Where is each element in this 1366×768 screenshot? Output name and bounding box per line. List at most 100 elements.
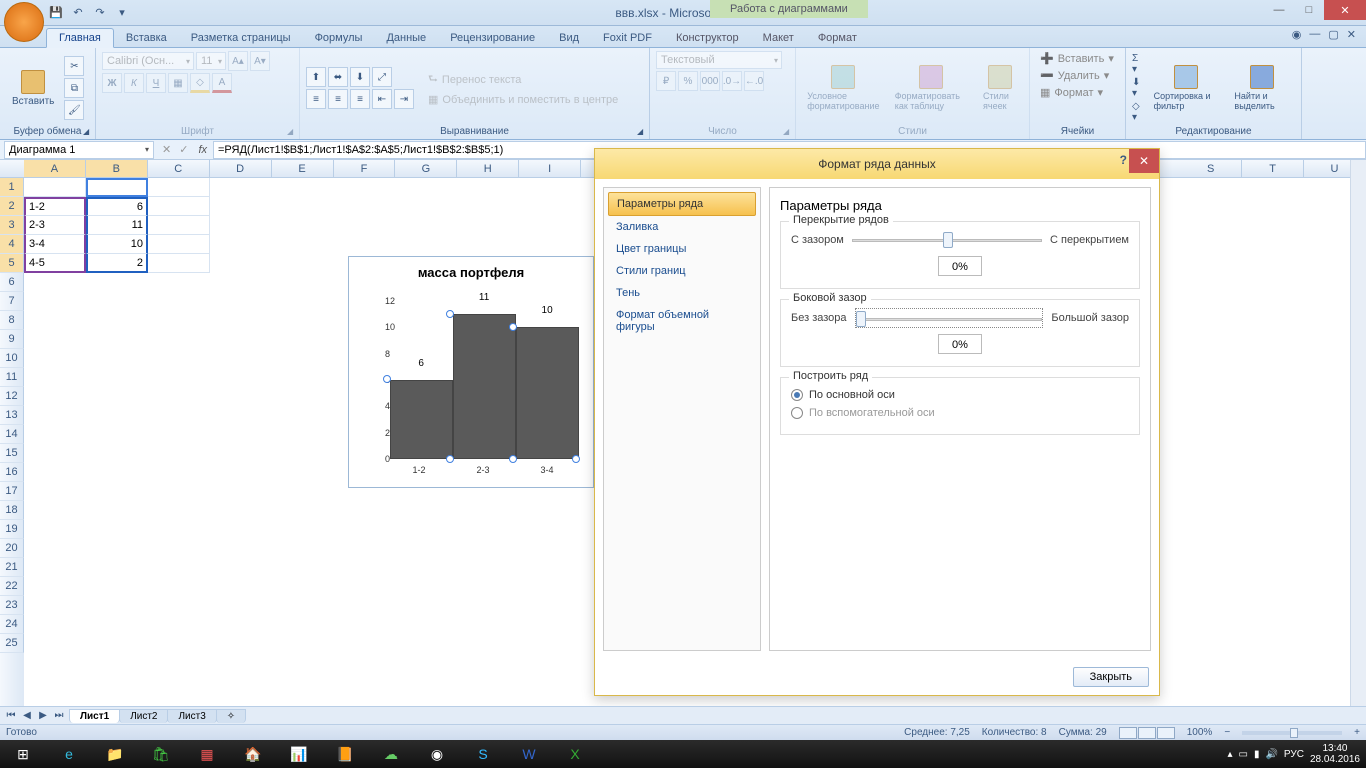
col-header[interactable]: E xyxy=(272,160,334,177)
gap-value[interactable]: 0% xyxy=(938,334,982,354)
cell[interactable]: 11 xyxy=(86,216,148,235)
grow-font-icon[interactable]: A▴ xyxy=(228,51,248,71)
align-middle-icon[interactable]: ⬌ xyxy=(328,67,348,87)
row-header[interactable]: 9 xyxy=(0,330,24,349)
maximize-button[interactable]: □ xyxy=(1294,0,1324,20)
sheet-nav-prev-icon[interactable]: ◀ xyxy=(20,710,34,721)
cell[interactable]: 2-3 xyxy=(24,216,86,235)
border-icon[interactable]: ▦ xyxy=(168,73,188,93)
percent-icon[interactable]: % xyxy=(678,71,698,91)
sheet-nav-last-icon[interactable]: ⏭ xyxy=(52,710,66,721)
shrink-font-icon[interactable]: A▾ xyxy=(250,51,270,71)
tray-up-icon[interactable]: ▴ xyxy=(1227,749,1232,760)
tab-format[interactable]: Формат xyxy=(806,29,869,47)
copy-icon[interactable]: ⧉ xyxy=(64,78,84,98)
gap-slider[interactable] xyxy=(855,308,1044,328)
nav-3d-format[interactable]: Формат объемной фигуры xyxy=(608,304,756,338)
align-left-icon[interactable]: ≡ xyxy=(306,89,326,109)
start-button[interactable]: ⊞ xyxy=(0,740,46,768)
row-header[interactable]: 21 xyxy=(0,558,24,577)
nav-series-options[interactable]: Параметры ряда xyxy=(608,192,756,216)
cell-styles-button[interactable]: Стили ячеек xyxy=(977,63,1023,113)
row-header[interactable]: 2 xyxy=(0,197,24,216)
alignment-launcher-icon[interactable]: ◢ xyxy=(637,127,647,137)
sheet-tab[interactable]: Лист1 xyxy=(69,709,120,723)
tab-formulas[interactable]: Формулы xyxy=(303,29,375,47)
row-header[interactable]: 7 xyxy=(0,292,24,311)
merge-center-button[interactable]: ▦Объединить и поместить в центре xyxy=(424,92,622,107)
col-header[interactable]: D xyxy=(210,160,272,177)
row-header[interactable]: 23 xyxy=(0,596,24,615)
cell[interactable] xyxy=(24,178,86,197)
autosum-icon[interactable]: Σ ▾ xyxy=(1132,53,1144,75)
overlap-slider[interactable] xyxy=(852,230,1042,250)
zoom-out-icon[interactable]: − xyxy=(1224,727,1230,738)
format-cells-button[interactable]: ▦ Формат ▾ xyxy=(1036,85,1107,100)
nav-fill[interactable]: Заливка xyxy=(608,216,756,238)
paste-button[interactable]: Вставить xyxy=(6,68,60,109)
font-color-icon[interactable]: A xyxy=(212,73,232,93)
col-header[interactable]: A xyxy=(24,160,86,177)
row-header[interactable]: 8 xyxy=(0,311,24,330)
cell[interactable] xyxy=(86,178,148,197)
taskbar-app-icon[interactable]: 🏠 xyxy=(230,740,276,768)
wrap-text-button[interactable]: ⮑Перенос текста xyxy=(424,69,622,90)
row-header[interactable]: 6 xyxy=(0,273,24,292)
col-header[interactable]: T xyxy=(1242,160,1304,177)
underline-icon[interactable]: Ч xyxy=(146,73,166,93)
nav-border-color[interactable]: Цвет границы xyxy=(608,238,756,260)
clear-icon[interactable]: ◇ ▾ xyxy=(1132,101,1144,123)
cancel-formula-icon[interactable]: ✕ xyxy=(158,143,175,156)
taskbar-word-icon[interactable]: W xyxy=(506,740,552,768)
increase-indent-icon[interactable]: ⇥ xyxy=(394,89,414,109)
series-handle[interactable] xyxy=(572,455,580,463)
font-name-combo[interactable]: Calibri (Осн... xyxy=(102,52,194,70)
chart-plot-area[interactable]: 12 10 8 6 4 2 0 6 11 10 xyxy=(377,301,587,459)
tab-design[interactable]: Конструктор xyxy=(664,29,751,47)
minimize-button[interactable]: — xyxy=(1264,0,1294,20)
col-header[interactable]: I xyxy=(519,160,581,177)
cut-icon[interactable]: ✂ xyxy=(64,56,84,76)
cell[interactable]: 4-5 xyxy=(24,254,86,273)
tab-view[interactable]: Вид xyxy=(547,29,591,47)
col-header[interactable]: S xyxy=(1180,160,1242,177)
new-sheet-icon[interactable]: ✧ xyxy=(216,709,246,723)
zoom-in-icon[interactable]: + xyxy=(1354,727,1360,738)
conditional-formatting-button[interactable]: Условное форматирование xyxy=(802,63,885,113)
nav-border-styles[interactable]: Стили границ xyxy=(608,260,756,282)
qat-more-icon[interactable]: ▾ xyxy=(114,5,130,21)
nav-shadow[interactable]: Тень xyxy=(608,282,756,304)
col-header[interactable]: H xyxy=(457,160,519,177)
row-header[interactable]: 4 xyxy=(0,235,24,254)
col-header[interactable]: C xyxy=(148,160,210,177)
row-header[interactable]: 17 xyxy=(0,482,24,501)
tab-insert[interactable]: Вставка xyxy=(114,29,179,47)
delete-cells-button[interactable]: ➖ Удалить ▾ xyxy=(1036,68,1113,83)
row-header[interactable]: 24 xyxy=(0,615,24,634)
minimize-ribbon-icon[interactable]: — xyxy=(1309,28,1320,41)
dialog-close-icon[interactable]: ✕ xyxy=(1129,149,1159,173)
format-as-table-button[interactable]: Форматировать как таблицу xyxy=(889,63,973,113)
zoom-slider[interactable] xyxy=(1242,731,1342,735)
view-buttons[interactable] xyxy=(1119,727,1175,739)
close-button[interactable]: Закрыть xyxy=(1073,667,1149,687)
taskbar-excel-icon[interactable]: X xyxy=(552,740,598,768)
cell[interactable]: 2 xyxy=(86,254,148,273)
embedded-chart[interactable]: масса портфеля 12 10 8 6 4 2 0 6 11 10 1… xyxy=(348,256,594,488)
overlap-value[interactable]: 0% xyxy=(938,256,982,276)
row-header[interactable]: 25 xyxy=(0,634,24,653)
tab-review[interactable]: Рецензирование xyxy=(438,29,547,47)
font-size-combo[interactable]: 11 xyxy=(196,52,226,70)
taskbar-app-icon[interactable]: 📙 xyxy=(322,740,368,768)
clipboard-launcher-icon[interactable]: ◢ xyxy=(83,127,93,137)
name-box[interactable]: Диаграмма 1 xyxy=(4,141,154,159)
restore-window-icon[interactable]: ▢ xyxy=(1328,28,1338,41)
save-icon[interactable]: 💾 xyxy=(48,5,64,21)
help-icon[interactable]: ◉ xyxy=(1292,28,1302,41)
tab-home[interactable]: Главная xyxy=(46,28,114,48)
close-workbook-icon[interactable]: ✕ xyxy=(1347,28,1356,41)
tray-clock[interactable]: 13:40 28.04.2016 xyxy=(1310,743,1360,765)
sort-filter-button[interactable]: Сортировка и фильтр xyxy=(1148,63,1225,113)
align-right-icon[interactable]: ≡ xyxy=(350,89,370,109)
cell[interactable] xyxy=(148,197,210,216)
